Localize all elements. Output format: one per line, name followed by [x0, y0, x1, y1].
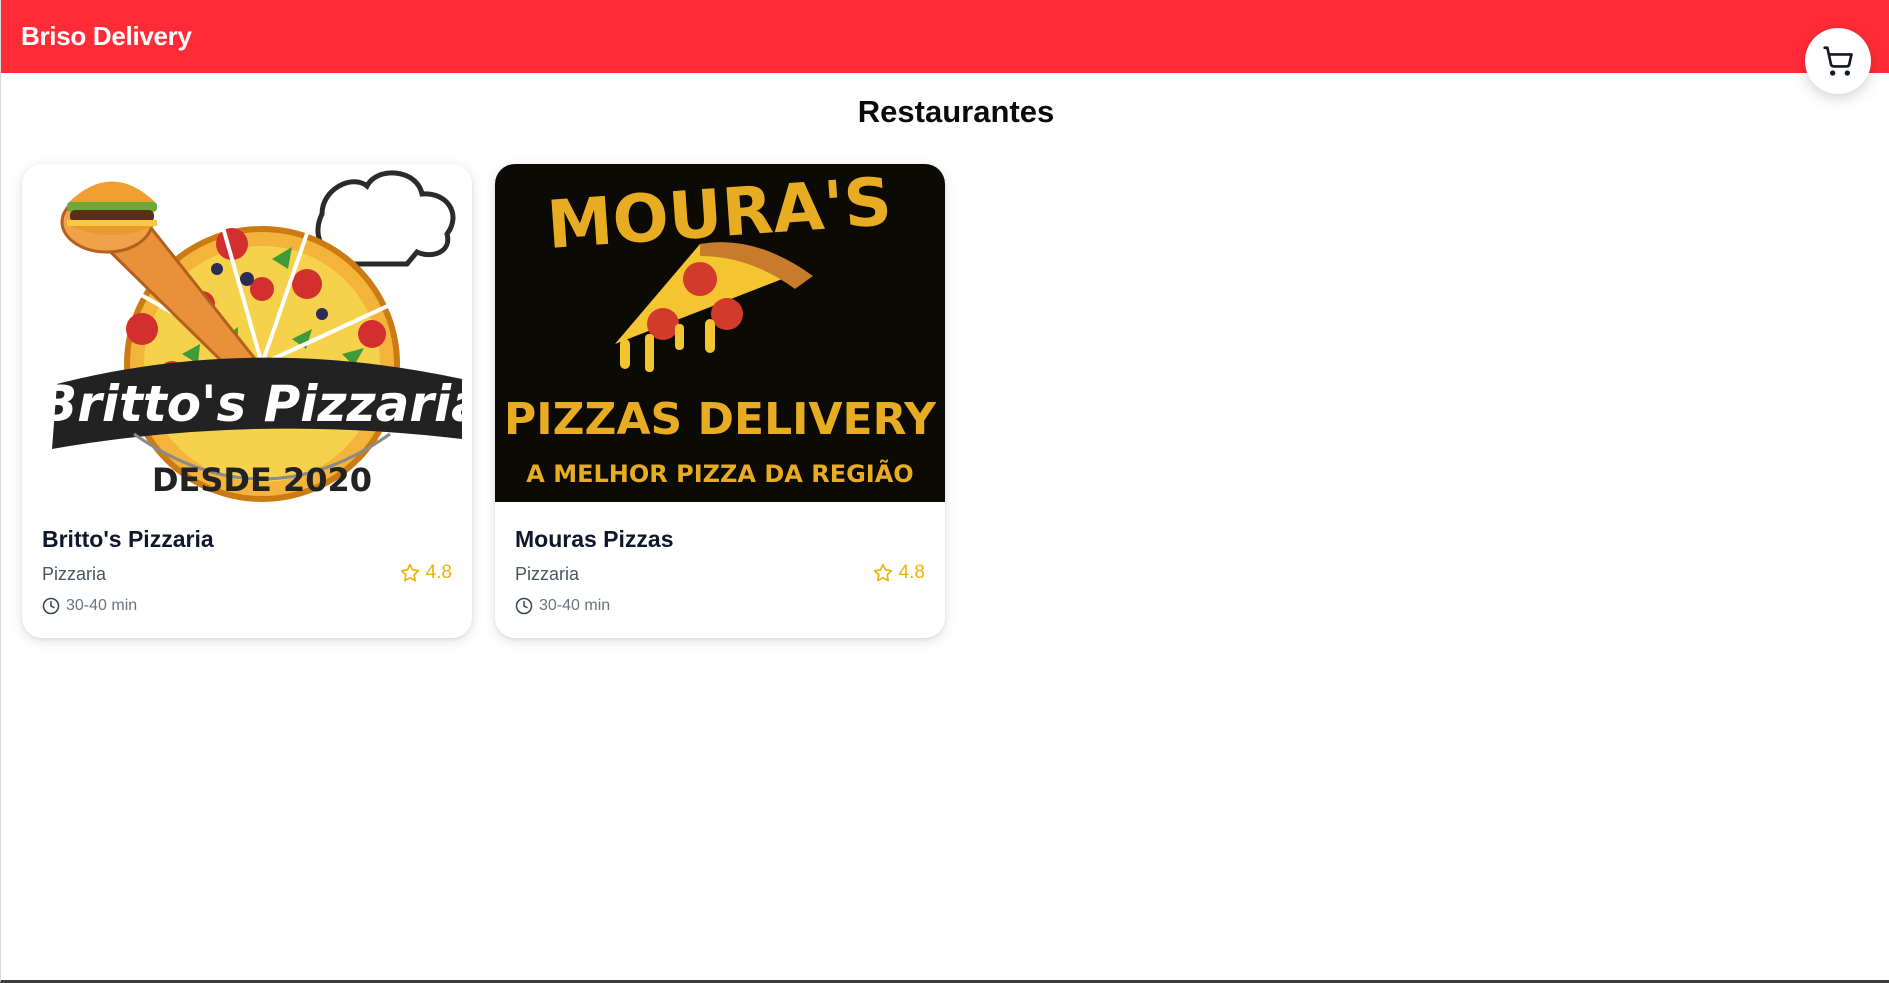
- logo-sub-text: A MELHOR PIZZA DA REGIÃO: [526, 459, 913, 488]
- brand-title[interactable]: Briso Delivery: [21, 21, 192, 52]
- delivery-time-value: 30-40 min: [539, 597, 611, 614]
- shopping-cart-icon: [1823, 46, 1853, 76]
- restaurant-logo-image: Britto's Pizzaria DESDE 2020: [22, 164, 472, 502]
- logo-main-text: Britto's Pizzaria: [39, 375, 472, 433]
- star-icon: [400, 563, 419, 582]
- page-title: Restaurantes: [857, 94, 1055, 129]
- clock-icon: [42, 597, 60, 615]
- delivery-time: 30-40 min: [515, 597, 610, 615]
- logo-mid-text: PIZZAS DELIVERY: [504, 394, 937, 445]
- restaurant-rating: 4.8: [873, 562, 925, 584]
- restaurant-card[interactable]: MOURA'S PIZZAS DELIVERY A MELHOR PIZZA D…: [495, 164, 945, 638]
- star-icon: [873, 563, 892, 582]
- top-header: Briso Delivery: [1, 0, 1889, 73]
- cart-button[interactable]: [1805, 28, 1871, 94]
- restaurant-rating: 4.8: [400, 562, 452, 584]
- rating-value: 4.8: [898, 562, 925, 583]
- restaurant-category: Pizzaria: [42, 564, 107, 584]
- restaurant-name: Mouras Pizzas: [515, 526, 674, 552]
- clock-icon: [515, 597, 533, 615]
- restaurant-name: Britto's Pizzaria: [42, 526, 214, 552]
- delivery-time-value: 30-40 min: [66, 597, 138, 614]
- delivery-time: 30-40 min: [42, 597, 137, 615]
- rating-value: 4.8: [425, 562, 452, 583]
- logo-sub-text: DESDE 2020: [152, 461, 372, 499]
- app-window: Briso Delivery Restaurantes Britto's Piz…: [0, 0, 1889, 983]
- restaurant-logo-image: MOURA'S PIZZAS DELIVERY A MELHOR PIZZA D…: [495, 164, 945, 502]
- restaurant-card[interactable]: Britto's Pizzaria DESDE 2020 Britto's Pi…: [22, 164, 472, 638]
- restaurant-category: Pizzaria: [515, 564, 580, 584]
